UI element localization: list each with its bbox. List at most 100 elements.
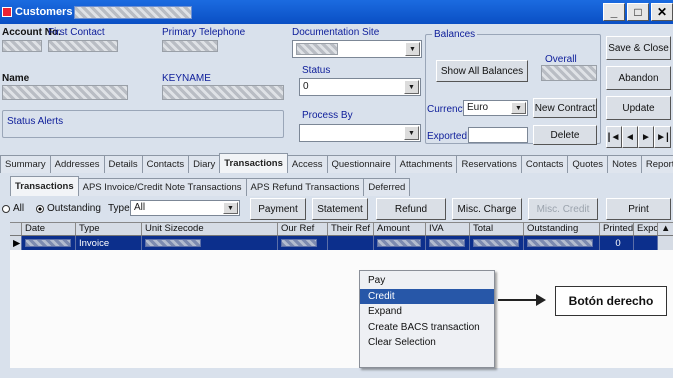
menu-item-create-bacs[interactable]: Create BACS transaction [360, 320, 494, 336]
tab-notes[interactable]: Notes [607, 155, 642, 173]
currency-select[interactable]: Euro ▼ [463, 100, 528, 116]
scroll-up-icon[interactable]: ▲ [658, 223, 673, 235]
tab-quotes[interactable]: Quotes [567, 155, 609, 173]
keyname-label: KEYNAME [162, 73, 211, 84]
table-row[interactable]: ▶ Invoice 0 [10, 236, 673, 250]
name-label: Name [2, 73, 30, 84]
misc-charge-button[interactable]: Misc. Charge [452, 198, 522, 220]
menu-item-clear-selection[interactable]: Clear Selection [360, 335, 494, 351]
subtab-aps-invoice-credit[interactable]: APS Invoice/Credit Note Transactions [77, 178, 247, 196]
currency-value: Euro [467, 102, 489, 113]
show-all-balances-button[interactable]: Show All Balances [436, 60, 528, 82]
documentation-site-label: Documentation Site [292, 27, 380, 38]
all-radio-label: All [13, 203, 25, 214]
status-label: Status [302, 65, 331, 76]
col-type[interactable]: Type [76, 223, 142, 235]
transaction-subtabs: Transactions APS Invoice/Credit Note Tra… [10, 176, 411, 196]
col-outstanding[interactable]: Outstanding [524, 223, 600, 235]
title-bar: Customers _ □ ✕ [0, 0, 673, 24]
save-close-button[interactable]: Save & Close [606, 36, 671, 60]
delete-button[interactable]: Delete [533, 125, 597, 145]
main-tabs: Summary Addresses Details Contacts Diary… [0, 153, 673, 173]
previous-record-button[interactable]: ◄ [622, 126, 638, 148]
annotation-arrow-line [498, 299, 540, 301]
abandon-button[interactable]: Abandon [606, 66, 671, 90]
chevron-down-icon: ▼ [405, 42, 420, 56]
primary-telephone-field[interactable] [162, 40, 218, 52]
first-contact-field[interactable] [48, 40, 118, 52]
refund-button[interactable]: Refund [376, 198, 446, 220]
col-iva[interactable]: IVA [426, 223, 470, 235]
exported-field[interactable] [468, 127, 528, 143]
update-button[interactable]: Update [606, 96, 671, 120]
chevron-down-icon: ▼ [404, 80, 419, 94]
menu-item-expand[interactable]: Expand [360, 304, 494, 320]
tab-contacts[interactable]: Contacts [141, 155, 190, 173]
print-button[interactable]: Print [606, 198, 671, 220]
tab-questionnaire[interactable]: Questionnaire [326, 155, 396, 173]
exported-label: Exported [427, 131, 468, 142]
all-radio[interactable] [2, 205, 10, 213]
menu-item-pay[interactable]: Pay [360, 273, 494, 289]
misc-credit-button[interactable]: Misc. Credit [528, 198, 598, 220]
subtab-transactions[interactable]: Transactions [10, 176, 79, 196]
maximize-button[interactable]: □ [627, 3, 649, 21]
col-date[interactable]: Date [22, 223, 76, 235]
row-pointer-icon: ▶ [10, 236, 22, 250]
first-record-button[interactable]: |◄ [606, 126, 622, 148]
next-record-button[interactable]: ► [638, 126, 654, 148]
last-record-button[interactable]: ►| [654, 126, 671, 148]
status-alerts-label: Status Alerts [7, 116, 64, 127]
app-icon [2, 7, 12, 17]
name-field[interactable] [2, 85, 128, 100]
menu-item-credit[interactable]: Credit [360, 288, 494, 304]
tab-attachments[interactable]: Attachments [394, 155, 458, 173]
col-printed[interactable]: Printed [600, 223, 634, 235]
minimize-button[interactable]: _ [603, 3, 625, 21]
tab-transactions[interactable]: Transactions [219, 153, 288, 173]
chevron-down-icon: ▼ [223, 202, 238, 214]
statement-button[interactable]: Statement [312, 198, 368, 220]
process-by-select[interactable]: ▼ [299, 124, 421, 142]
tab-details[interactable]: Details [103, 155, 143, 173]
col-exported[interactable]: Expor [634, 223, 658, 235]
status-select[interactable]: 0 ▼ [299, 78, 421, 96]
primary-telephone-label: Primary Telephone [162, 27, 246, 38]
tab-contacts-2[interactable]: Contacts [520, 155, 569, 173]
outstanding-radio[interactable] [36, 205, 44, 213]
subtab-aps-refund[interactable]: APS Refund Transactions [245, 178, 365, 196]
close-button[interactable]: ✕ [651, 3, 673, 21]
row-printed: 0 [600, 236, 634, 250]
status-value: 0 [303, 81, 309, 92]
col-unit-sizecode[interactable]: Unit Sizecode [142, 223, 278, 235]
chevron-down-icon: ▼ [511, 102, 526, 114]
type-value: All [134, 202, 146, 213]
subtab-deferred[interactable]: Deferred [363, 178, 411, 196]
redacted-title [74, 5, 193, 19]
new-contract-button[interactable]: New Contract [533, 98, 597, 118]
outstanding-radio-label: Outstanding [47, 203, 101, 214]
tab-access[interactable]: Access [286, 155, 328, 173]
tab-summary[interactable]: Summary [0, 155, 51, 173]
balances-label: Balances [432, 29, 478, 40]
keyname-field[interactable] [162, 85, 284, 100]
documentation-site-select[interactable]: ▼ [292, 40, 422, 58]
tab-addresses[interactable]: Addresses [49, 155, 105, 173]
tab-reports[interactable]: Reports [640, 155, 673, 173]
row-type: Invoice [76, 236, 142, 250]
payment-button[interactable]: Payment [250, 198, 306, 220]
account-no-field[interactable] [2, 40, 42, 52]
col-total[interactable]: Total [470, 223, 524, 235]
tab-reservations[interactable]: Reservations [456, 155, 522, 173]
overall-label: Overall [545, 54, 577, 65]
col-amount[interactable]: Amount [374, 223, 426, 235]
chevron-down-icon: ▼ [404, 126, 419, 140]
type-label: Type [108, 203, 130, 214]
col-their-ref[interactable]: Their Ref [328, 223, 374, 235]
col-our-ref[interactable]: Our Ref [278, 223, 328, 235]
tab-diary[interactable]: Diary [188, 155, 221, 173]
window-title: Customers [15, 6, 73, 18]
grid-header: Date Type Unit Sizecode Our Ref Their Re… [10, 223, 673, 236]
first-contact-label: First Contact [48, 27, 105, 38]
type-select[interactable]: All ▼ [130, 200, 240, 216]
